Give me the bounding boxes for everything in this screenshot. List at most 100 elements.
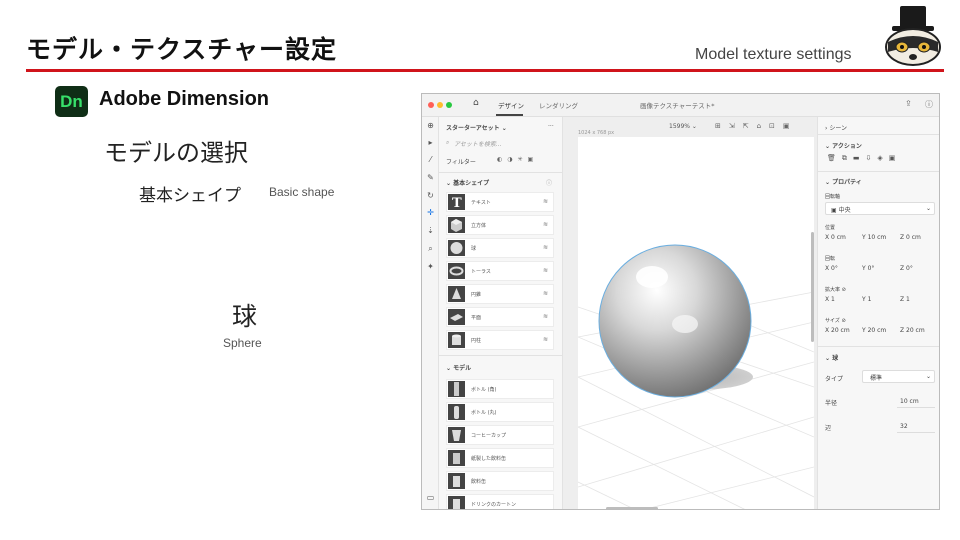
basic-shapes-section-title[interactable]: ⌄ 基本シェイプ bbox=[446, 178, 489, 187]
rotation-z[interactable]: Z 0° bbox=[900, 265, 913, 272]
asset-plane[interactable]: 平面 ≋ bbox=[446, 307, 554, 327]
chevron-down-icon: ⌄ bbox=[926, 205, 932, 212]
can-asset-icon bbox=[448, 473, 465, 489]
sphere-label-en: Sphere bbox=[223, 336, 262, 350]
asset-bottle-square[interactable]: ボトル (角) bbox=[446, 379, 554, 399]
tools-panel: ⊕ ▸ ⁄ ✎ ↻ ✛ ⇣ ⌕ ✦ ▭ bbox=[422, 117, 439, 509]
asset-sphere[interactable]: 球 ≋ bbox=[446, 238, 554, 258]
home-icon[interactable]: ⌂ bbox=[473, 98, 479, 108]
asset-can[interactable]: 飲料缶 bbox=[446, 471, 554, 491]
zoom-select[interactable]: 1599% ⌄ bbox=[669, 123, 697, 130]
info-icon[interactable]: ⓘ bbox=[546, 178, 552, 187]
pan-icon[interactable]: ✛ bbox=[425, 208, 436, 217]
carton-asset-icon bbox=[448, 496, 465, 509]
window-titlebar: ⌂ デザイン レンダリング 画像テクスチャーテスト* ⇪ ⓘ bbox=[422, 94, 939, 117]
tab-render[interactable]: レンダリング bbox=[539, 100, 578, 110]
scale-label: 拡大率 ⊘ bbox=[825, 287, 846, 293]
section-heading: モデルの選択 bbox=[104, 139, 248, 167]
dimension-app-logo: Dn bbox=[55, 86, 88, 117]
active-tab-indicator bbox=[496, 114, 523, 116]
type-select[interactable]: 標準 ⌄ bbox=[862, 370, 935, 383]
cone-asset-icon bbox=[448, 286, 465, 302]
position-label: 位置 bbox=[825, 225, 836, 231]
pivot-value: ▣ 中央 bbox=[831, 207, 851, 214]
vertical-scrollbar[interactable] bbox=[811, 232, 814, 342]
chevron-down-icon: ⌄ bbox=[926, 373, 932, 380]
divider bbox=[818, 346, 939, 347]
assets-more-button[interactable]: ··· bbox=[548, 123, 554, 130]
svg-text:T: T bbox=[452, 196, 462, 210]
sphere-highlight-2 bbox=[672, 315, 698, 333]
field-underline bbox=[897, 432, 935, 433]
size-x[interactable]: X 20 cm bbox=[825, 327, 850, 334]
sphere-asset-icon bbox=[448, 240, 465, 256]
rotation-y[interactable]: Y 0° bbox=[862, 265, 874, 272]
asset-text[interactable]: T テキスト ≋ bbox=[446, 192, 554, 212]
rotation-label: 回転 bbox=[825, 256, 836, 262]
properties-section-title[interactable]: ⌄ プロパティ bbox=[825, 177, 862, 186]
rotation-x[interactable]: X 0° bbox=[825, 265, 838, 272]
sphere-section-title[interactable]: ⌄ 球 bbox=[825, 353, 838, 362]
asset-crushed-can[interactable]: 紙製した飲料缶 bbox=[446, 448, 554, 468]
size-y[interactable]: Y 20 cm bbox=[862, 327, 886, 334]
models-section-title[interactable]: ⌄ モデル bbox=[446, 363, 471, 372]
asset-cube[interactable]: 立方体 ≋ bbox=[446, 215, 554, 235]
pivot-select[interactable]: ▣ 中央 ⌄ bbox=[825, 202, 935, 215]
asset-cylinder[interactable]: 円柱 ≋ bbox=[446, 330, 554, 350]
position-y[interactable]: Y 10 cm bbox=[862, 234, 886, 241]
add-icon[interactable]: ⊕ bbox=[425, 121, 436, 130]
can-asset-icon bbox=[448, 450, 465, 466]
divider bbox=[439, 355, 563, 356]
dolly-icon[interactable]: ⇣ bbox=[425, 226, 436, 235]
slide-subtitle: Model texture settings bbox=[695, 46, 852, 63]
asset-torus[interactable]: トーラス ≋ bbox=[446, 261, 554, 281]
horizontal-scrollbar[interactable] bbox=[606, 507, 658, 510]
divider bbox=[439, 172, 563, 173]
divider bbox=[818, 171, 939, 172]
scale-z[interactable]: Z 1 bbox=[900, 296, 910, 303]
slide-title: モデル・テクスチャー設定 bbox=[26, 35, 338, 64]
canvas-area[interactable]: 1599% ⌄ ⊞⇲⇱⌂⊡▣ 1024 x 768 px bbox=[563, 117, 817, 510]
sample-icon[interactable]: ✦ bbox=[425, 262, 436, 271]
zoom-window-button[interactable] bbox=[446, 102, 452, 108]
asset-search-input[interactable]: アセットを検索... bbox=[454, 139, 502, 148]
close-window-button[interactable] bbox=[428, 102, 434, 108]
scene-render bbox=[577, 232, 815, 510]
filter-icons[interactable]: ◐◑✳▣ bbox=[497, 156, 538, 163]
scale-x[interactable]: X 1 bbox=[825, 296, 835, 303]
3d-viewport[interactable] bbox=[577, 137, 815, 510]
action-icons[interactable]: 🗑⧉▬⇩◈▣ bbox=[827, 154, 901, 163]
raccoon-mascot-icon bbox=[885, 6, 941, 66]
asset-cone[interactable]: 円錐 ≋ bbox=[446, 284, 554, 304]
actions-section-title[interactable]: ⌄ アクション bbox=[825, 141, 862, 150]
panel-icon[interactable]: ▭ bbox=[425, 493, 436, 502]
scale-y[interactable]: Y 1 bbox=[862, 296, 871, 303]
tab-design[interactable]: デザイン bbox=[498, 100, 524, 110]
help-icon[interactable]: ⓘ bbox=[925, 99, 933, 110]
asset-drink-carton[interactable]: ドリンクのカートン bbox=[446, 494, 554, 509]
share-icon[interactable]: ⇪ bbox=[905, 99, 912, 108]
divider bbox=[818, 134, 939, 135]
select-icon[interactable]: ▸ bbox=[425, 138, 436, 147]
position-z[interactable]: Z 0 cm bbox=[900, 234, 921, 241]
magic-select-icon[interactable]: ⁄ bbox=[425, 155, 436, 164]
scene-toggle[interactable]: › シーン bbox=[825, 123, 847, 132]
filter-label: フィルター bbox=[446, 159, 476, 166]
assets-header[interactable]: スターターアセット ⌄ bbox=[446, 123, 507, 132]
position-x[interactable]: X 0 cm bbox=[825, 234, 846, 241]
cube-asset-icon bbox=[448, 217, 465, 233]
asset-coffee-cup[interactable]: コーヒーカップ bbox=[446, 425, 554, 445]
plane-asset-icon bbox=[448, 309, 465, 325]
minimize-window-button[interactable] bbox=[437, 102, 443, 108]
sides-value[interactable]: 32 bbox=[900, 423, 908, 430]
cup-asset-icon bbox=[448, 427, 465, 443]
camera-toolbar-icons[interactable]: ⊞⇲⇱⌂⊡▣ bbox=[715, 122, 798, 130]
search-icon: ⌕ bbox=[446, 139, 450, 146]
zoom-icon[interactable]: ⌕ bbox=[425, 244, 436, 254]
size-z[interactable]: Z 20 cm bbox=[900, 327, 925, 334]
asset-bottle-round[interactable]: ボトル (丸) bbox=[446, 402, 554, 422]
text-asset-icon: T bbox=[448, 194, 465, 211]
radius-value[interactable]: 10 cm bbox=[900, 398, 919, 405]
brush-select-icon[interactable]: ✎ bbox=[425, 173, 436, 182]
orbit-icon[interactable]: ↻ bbox=[425, 191, 436, 200]
